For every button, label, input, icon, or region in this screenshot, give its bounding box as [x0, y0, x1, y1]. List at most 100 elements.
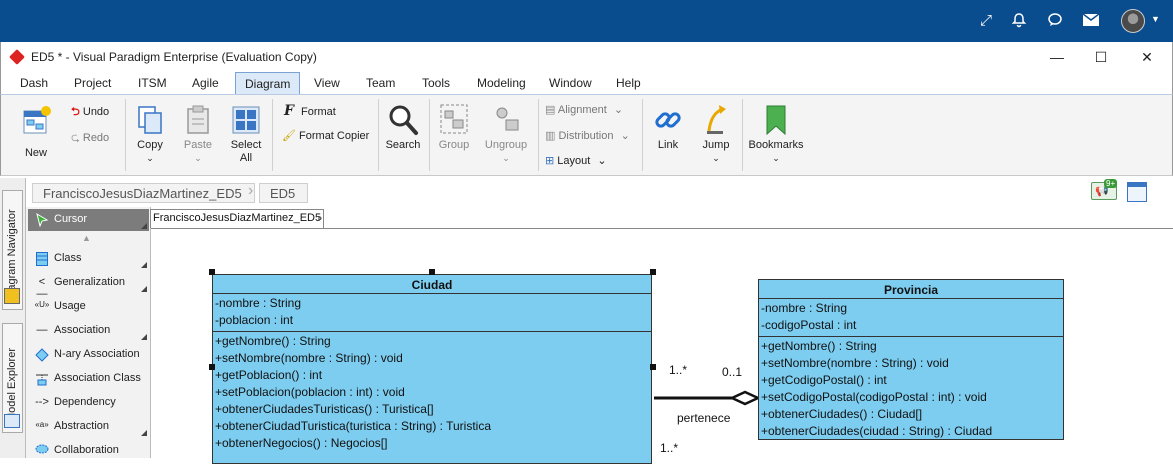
group-button[interactable]: Group	[433, 101, 475, 167]
select-all-button[interactable]: Select All	[225, 101, 267, 171]
ungroup-label: Ungroup	[484, 139, 528, 151]
format-button[interactable]: F Format	[284, 103, 336, 119]
menu-diagram[interactable]: Diagram	[235, 72, 301, 95]
class-ciudad[interactable]: Ciudad -nombre : String -poblacion : int…	[212, 274, 652, 464]
menu-project[interactable]: Project	[74, 76, 111, 90]
chevron-down-icon: ⌄	[597, 155, 607, 167]
multiplicity-provincia: 0..1	[722, 365, 743, 379]
chevron-down-icon: ⌄	[613, 104, 624, 116]
format-copier-button[interactable]: 🖌 Format Copier	[282, 129, 369, 142]
format-copier-label: Format Copier	[299, 130, 370, 142]
usage-icon: «U»	[34, 300, 50, 309]
expand-icon[interactable]: ⤢	[975, 9, 997, 31]
association-icon: —	[36, 324, 48, 336]
model-explorer-icon	[4, 414, 20, 428]
class-icon	[34, 252, 50, 266]
window-title: ED5 * - Visual Paradigm Enterprise (Eval…	[31, 50, 317, 64]
chevron-down-icon: ⌄	[772, 153, 780, 163]
chevron-down-icon: ⌄	[620, 130, 630, 142]
top-header-bar: ⤢ ▼	[0, 0, 1173, 42]
menu-itsm[interactable]: ITSM	[138, 76, 167, 90]
format-label: Format	[301, 106, 336, 118]
redo-label: Redo	[82, 132, 110, 144]
resize-handle[interactable]	[209, 364, 215, 370]
menu-view[interactable]: View	[314, 76, 340, 90]
ungroup-icon	[496, 107, 519, 131]
class-provincia[interactable]: Provincia -nombre : String -codigoPostal…	[758, 279, 1064, 440]
resize-handle[interactable]	[429, 269, 435, 275]
alignment-button[interactable]: ▤ Alignment ⌄	[545, 103, 623, 116]
association-class-icon	[34, 372, 50, 386]
palette-item-abstraction[interactable]: «a» Abstraction	[28, 416, 149, 438]
palette-item-label: Collaboration	[54, 444, 119, 456]
palette-item-usage[interactable]: «U» Usage	[28, 296, 149, 318]
breadcrumb-item-project[interactable]: FranciscoJesusDiazMartinez_ED5	[32, 183, 255, 203]
ribbon-toolbar: New ⮌ Undo ⮎ Redo Copy ⌄ Paste ⌄ Select …	[0, 94, 1173, 176]
menu-dash[interactable]: Dash	[20, 76, 48, 90]
minimize-button[interactable]: —	[1042, 46, 1072, 68]
layout-label: Layout	[557, 155, 591, 167]
search-icon[interactable]: ⌕	[317, 213, 323, 224]
palette-item-dependency[interactable]: --> Dependency	[28, 392, 149, 414]
alignment-label: Alignment	[557, 104, 607, 116]
mail-icon[interactable]	[1080, 9, 1102, 31]
palette-item-label: Generalization	[54, 276, 125, 288]
menu-window[interactable]: Window	[549, 76, 592, 90]
operation-row: +setNombre(nombre : String) : void	[761, 356, 949, 370]
link-label: Link	[657, 139, 679, 151]
diagram-tab[interactable]: FranciscoJesusDiazMartinez_ED5	[150, 209, 325, 228]
distribution-label: Distribution	[558, 130, 614, 142]
resize-handle[interactable]	[650, 269, 656, 275]
bell-icon[interactable]	[1008, 9, 1030, 31]
menu-tools[interactable]: Tools	[422, 76, 450, 90]
chevron-right-icon: ›	[248, 182, 254, 199]
palette-item-collaboration[interactable]: Collaboration	[28, 440, 149, 462]
palette-item-nary-association[interactable]: N-ary Association	[28, 344, 149, 366]
cursor-icon	[34, 212, 50, 228]
redo-button[interactable]: ⮎ Redo	[71, 129, 109, 148]
layout-button[interactable]: ⊞ Layout ⌄	[545, 154, 607, 167]
chevron-down-icon: ⌄	[502, 153, 510, 163]
operation-row: +obtenerNegocios() : Negocios[]	[215, 436, 388, 450]
operation-row: +getNombre() : String	[761, 339, 877, 353]
bookmark-icon	[766, 105, 786, 136]
distribution-icon: ▥	[545, 130, 556, 142]
resize-handle[interactable]	[209, 269, 215, 275]
chevron-down-icon[interactable]: ▼	[1151, 14, 1160, 24]
copy-button[interactable]: Copy ⌄	[129, 101, 171, 171]
jump-button[interactable]: Jump ⌄	[695, 101, 737, 171]
user-avatar[interactable]	[1121, 9, 1145, 33]
jump-icon	[707, 105, 726, 134]
menu-team[interactable]: Team	[366, 76, 395, 90]
palette-item-cursor[interactable]: Cursor	[28, 209, 149, 231]
paste-icon	[187, 105, 209, 134]
notification-icon[interactable]: 📢 9+	[1091, 179, 1118, 200]
generalization-icon: <—	[36, 276, 48, 300]
maximize-button[interactable]: ☐	[1086, 46, 1116, 68]
undo-icon: ⮌	[71, 106, 80, 118]
scroll-up-icon[interactable]: ▲	[82, 233, 91, 243]
palette-item-class[interactable]: Class	[28, 248, 149, 270]
menu-modeling[interactable]: Modeling	[477, 76, 526, 90]
operation-row: +getCodigoPostal() : int	[761, 373, 887, 387]
palette-item-association[interactable]: — Association	[28, 320, 149, 342]
palette-item-association-class[interactable]: Association Class	[28, 368, 149, 390]
breadcrumb-item-diagram[interactable]: ED5	[259, 183, 309, 203]
menu-help[interactable]: Help	[616, 76, 641, 90]
diagram-backlog-icon[interactable]	[1127, 182, 1147, 202]
link-button[interactable]: Link	[647, 101, 689, 167]
search-button[interactable]: Search	[382, 101, 424, 167]
close-button[interactable]: ✕	[1132, 46, 1162, 68]
distribution-button[interactable]: ▥ Distribution ⌄	[545, 129, 630, 142]
menu-agile[interactable]: Agile	[192, 76, 219, 90]
palette-item-generalization[interactable]: <— Generalization	[28, 272, 149, 300]
palette-item-label: Cursor	[54, 213, 88, 225]
bookmarks-button[interactable]: Bookmarks ⌄	[747, 101, 805, 171]
chat-icon[interactable]	[1044, 9, 1066, 31]
association-label: pertenece	[677, 411, 731, 425]
new-button[interactable]: New	[13, 101, 59, 167]
ungroup-button[interactable]: Ungroup ⌄	[481, 101, 531, 171]
paste-button[interactable]: Paste ⌄	[175, 101, 221, 171]
undo-button[interactable]: ⮌ Undo	[71, 103, 109, 122]
resize-handle[interactable]	[650, 364, 656, 370]
